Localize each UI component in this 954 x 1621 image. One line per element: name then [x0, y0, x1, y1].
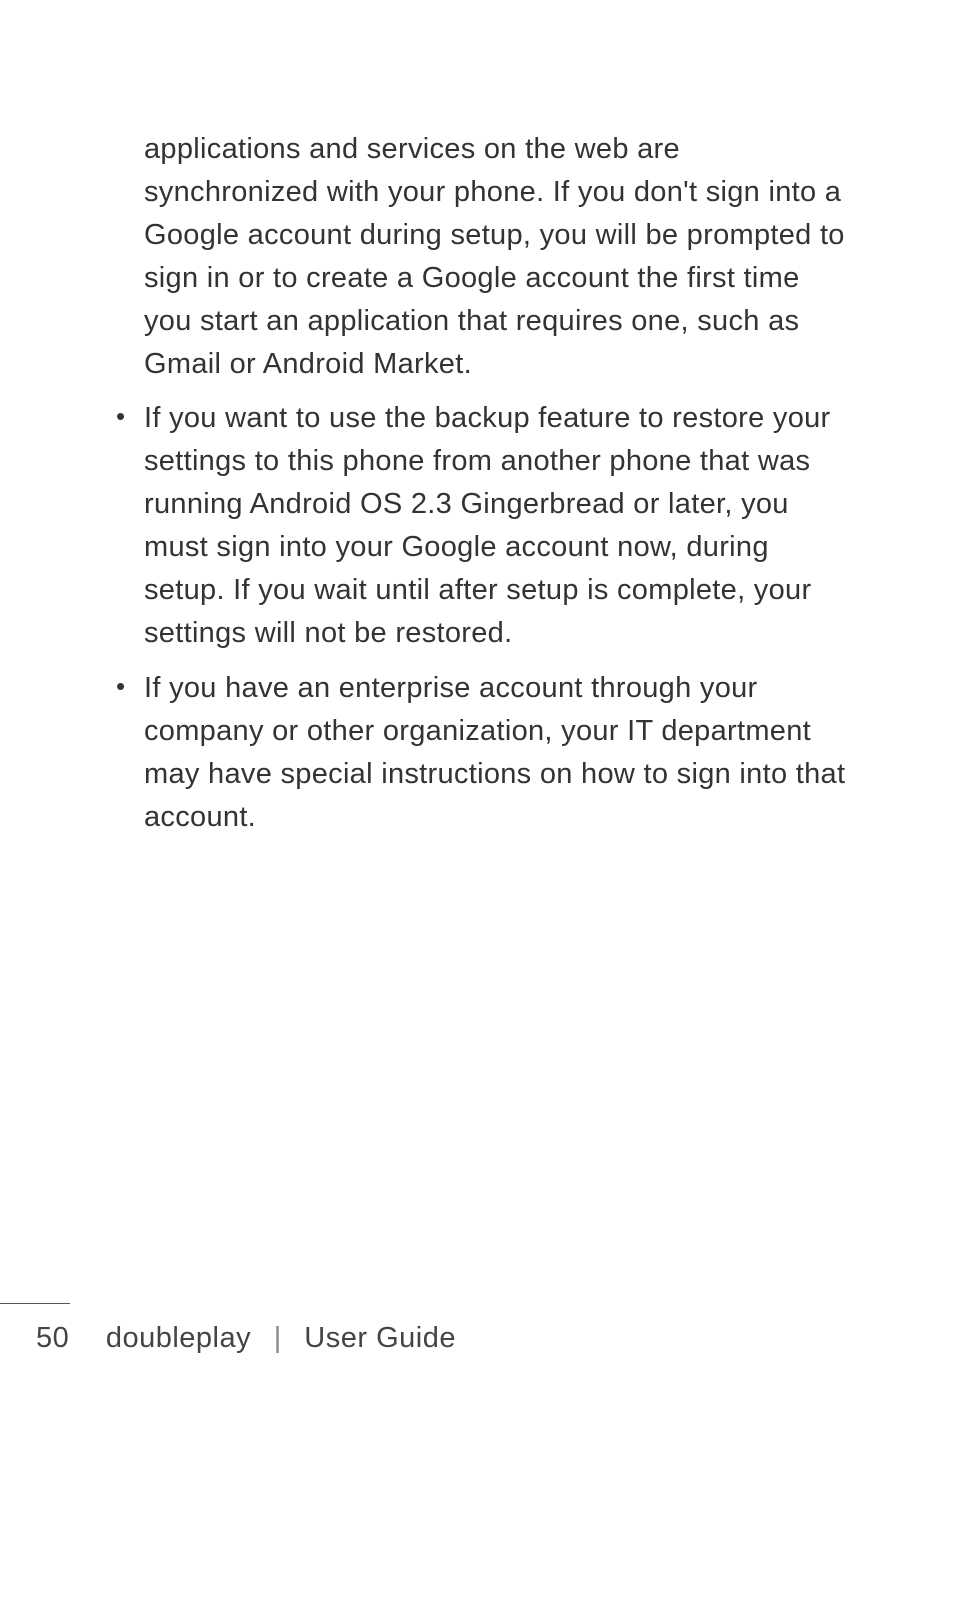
list-item: If you have an enterprise account throug… — [108, 667, 846, 839]
footer-text: 50 doubleplay | User Guide — [0, 1322, 954, 1355]
guide-label: User Guide — [304, 1322, 456, 1354]
footer-divider — [0, 1303, 70, 1304]
footer-separator: | — [274, 1322, 282, 1354]
page-content: applications and services on the web are… — [0, 0, 954, 839]
continuation-paragraph: applications and services on the web are… — [108, 128, 846, 385]
bullet-list: If you want to use the backup feature to… — [108, 397, 846, 838]
product-name: doubleplay — [106, 1322, 251, 1354]
page-footer: 50 doubleplay | User Guide — [0, 1303, 954, 1355]
page-number: 50 — [36, 1322, 69, 1355]
list-item: If you want to use the backup feature to… — [108, 397, 846, 654]
